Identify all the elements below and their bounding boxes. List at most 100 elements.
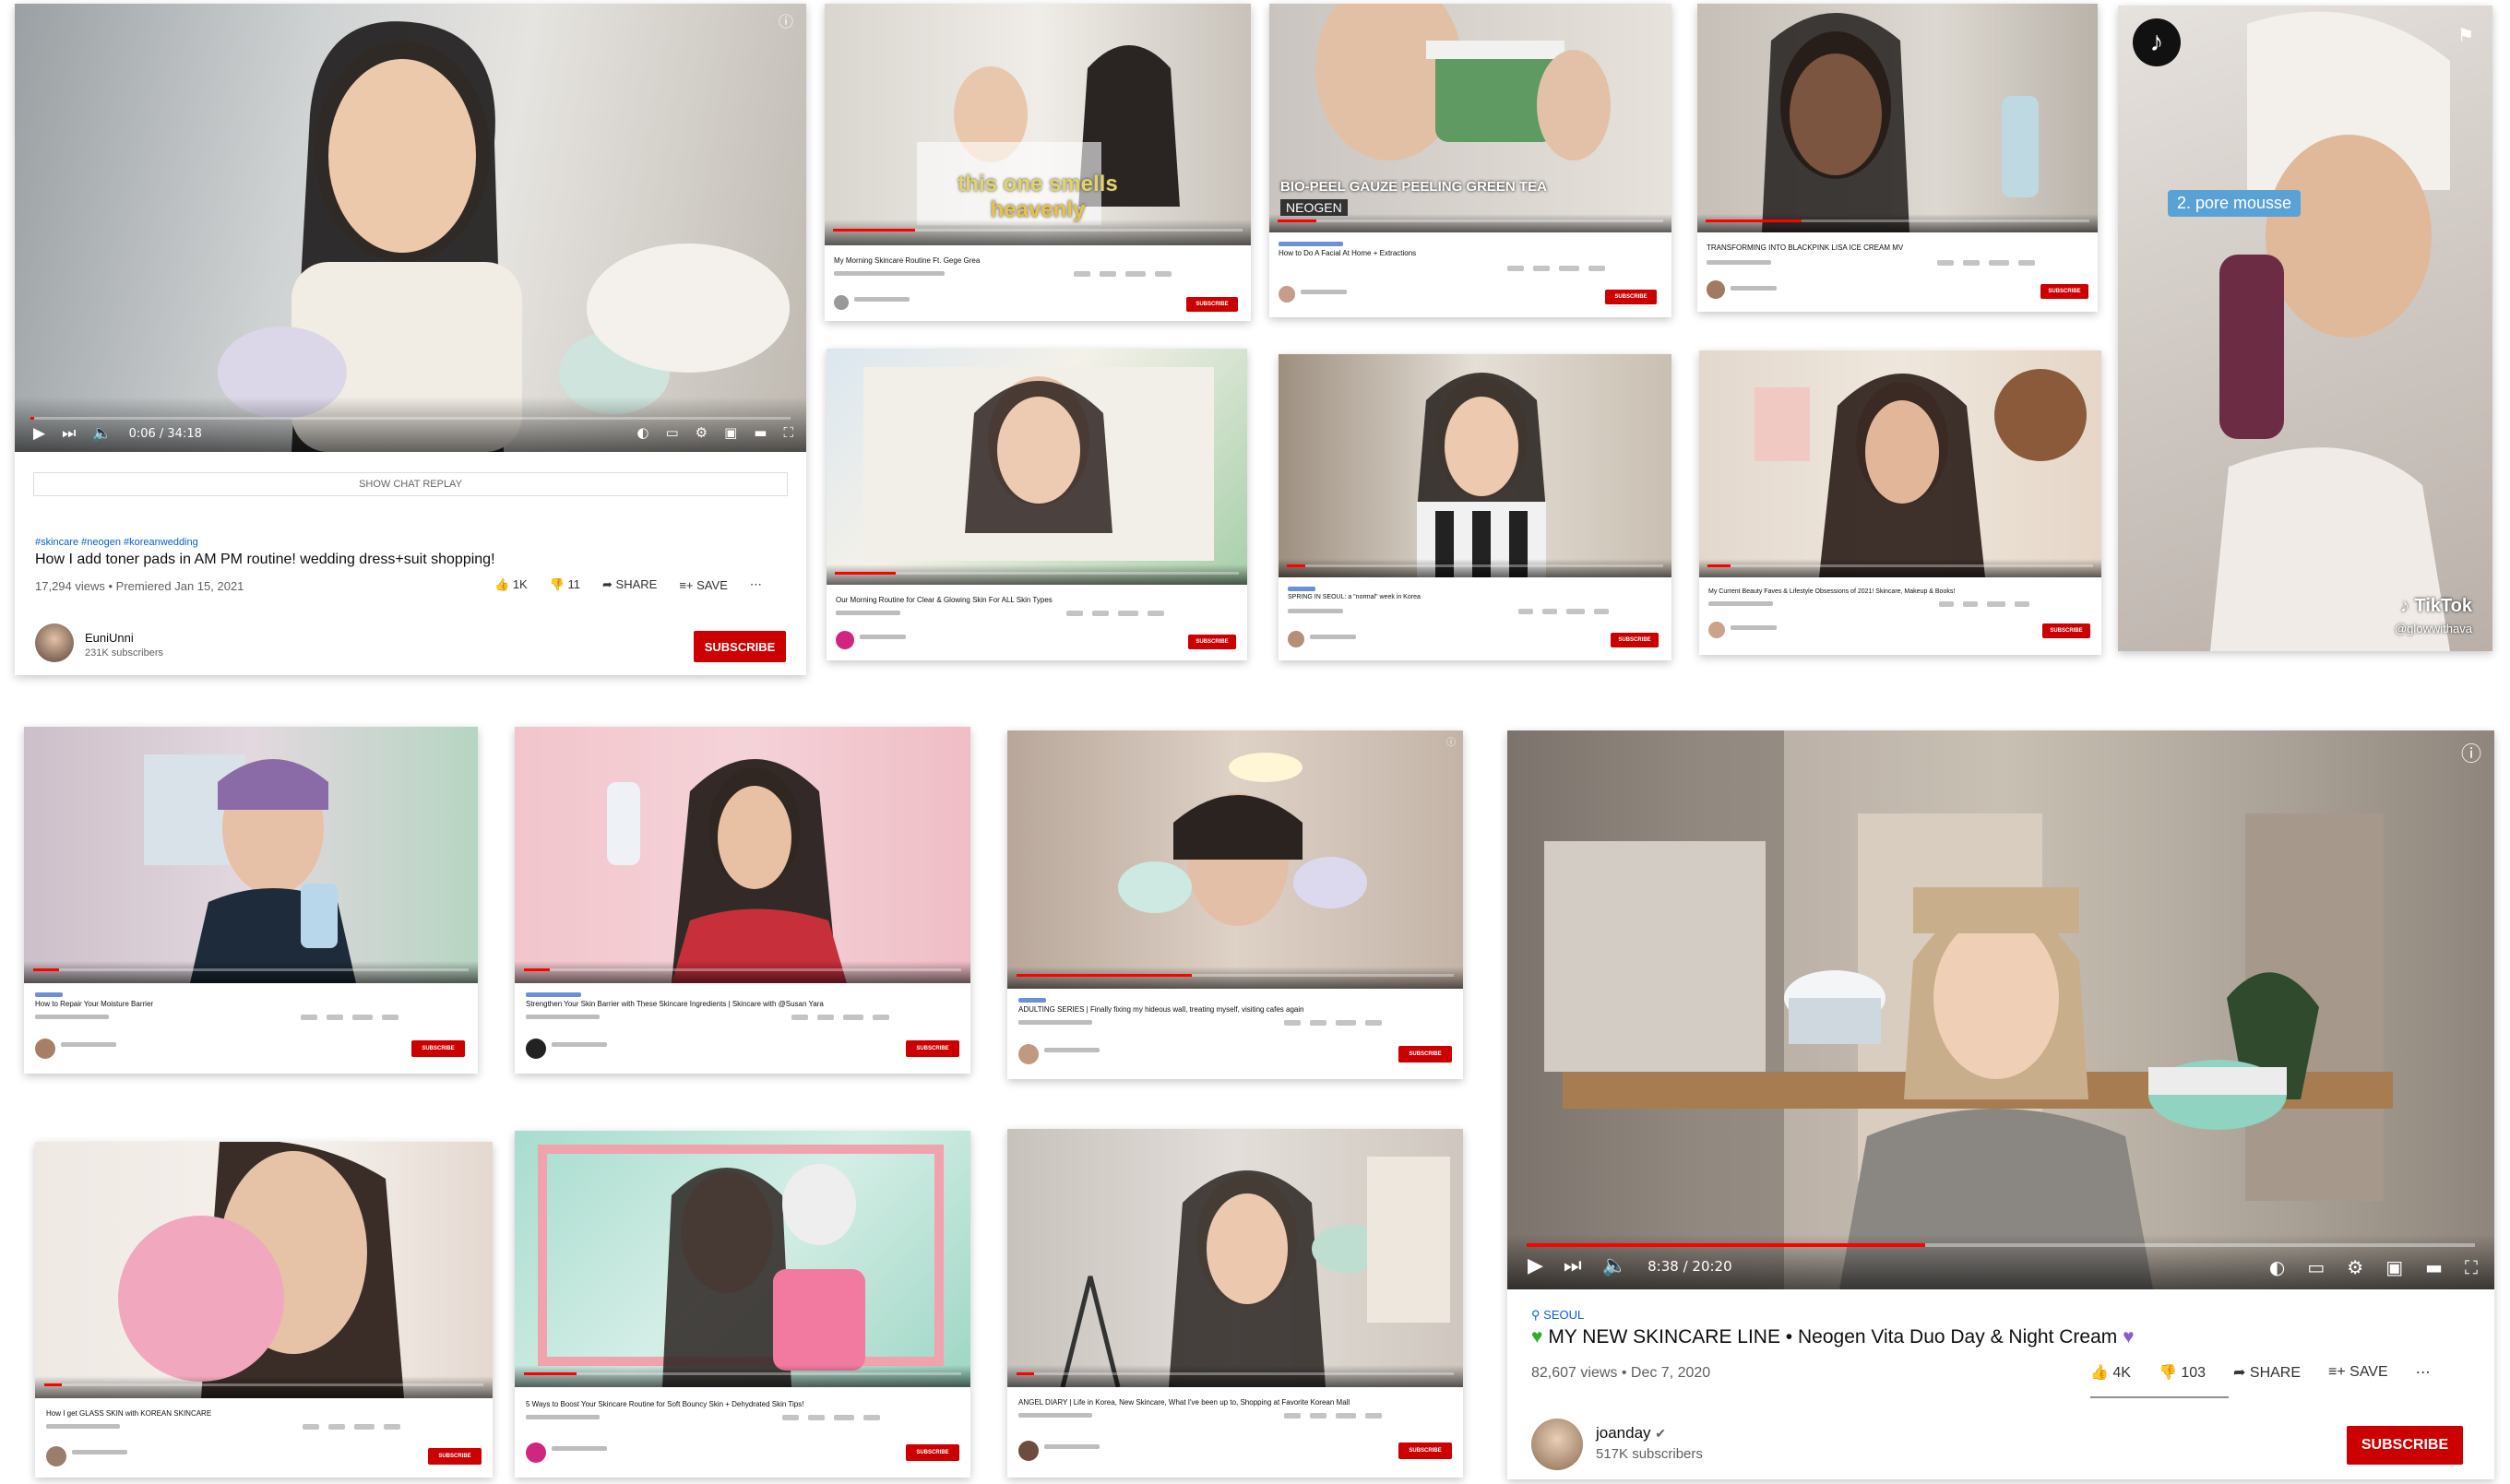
miniplayer-icon[interactable]: ▣ [724,424,737,441]
cc-icon[interactable]: ▭ [2307,1256,2325,1278]
video-thumbnail[interactable] [1007,1129,1463,1387]
avatar[interactable] [526,1039,546,1059]
info-icon[interactable]: ⓘ [2461,738,2481,767]
subscribe-button[interactable]: SUBSCRIBE [1398,1046,1452,1063]
purple-heart-icon: ♥ [2123,1326,2135,1347]
main-progress[interactable] [30,417,35,420]
channel-name[interactable]: joanday ✔ [1596,1424,1666,1442]
fullscreen-icon[interactable]: ⛶ [2465,1256,2478,1278]
video-thumbnail[interactable]: ⓘ [1007,730,1463,989]
video-card-8[interactable]: Strengthen Your Skin Barrier with These … [515,727,970,1074]
featured-progress[interactable] [1527,1243,1925,1247]
like-button[interactable]: 👍 1K [494,577,528,592]
subscribe-button[interactable]: SUBSCRIBE [694,631,786,662]
video-card-11[interactable]: 5 Ways to Boost Your Skincare Routine fo… [515,1131,970,1478]
thumbnail-illustration [1762,13,2039,232]
actions: 👍 1K 👎 11 ➦ SHARE ≡+ SAVE ⋯ [494,577,762,592]
avatar[interactable] [1708,622,1725,638]
location-tag[interactable]: ⚲ SEOUL [1531,1308,1584,1323]
settings-icon[interactable]: ⚙ [696,424,708,441]
video-card-4[interactable]: Our Morning Routine for Clear & Glowing … [827,349,1247,660]
hashtags[interactable]: #skincare #neogen #koreanwedding [35,537,198,548]
video-thumbnail[interactable] [24,727,478,983]
avatar[interactable] [836,631,854,649]
share-button[interactable]: ➦ SHARE [602,577,657,592]
avatar[interactable] [35,623,74,662]
avatar[interactable] [1288,631,1304,647]
video-thumbnail[interactable] [1697,4,2098,232]
autoplay-toggle[interactable]: ◐ [636,424,648,441]
subscribe-button[interactable]: SUBSCRIBE [906,1444,959,1461]
like-button[interactable]: 👍 4K [2090,1363,2131,1382]
avatar[interactable] [1018,1441,1039,1461]
theater-icon[interactable]: ▬ [2425,1256,2443,1278]
subscribe-button[interactable]: SUBSCRIBE [1611,633,1659,647]
avatar[interactable] [1018,1044,1039,1064]
more-icon[interactable]: ⋯ [750,577,762,592]
info-icon[interactable]: ⓘ [1446,734,1456,748]
save-button[interactable]: ≡+ SAVE [679,578,728,592]
theater-icon[interactable]: ▬ [754,424,767,441]
volume-icon[interactable]: 🔈 [1602,1254,1627,1277]
fullscreen-icon[interactable]: ⛶ [783,424,793,441]
thumbnail-illustration [863,367,1214,561]
video-thumbnail[interactable] [1279,354,1671,577]
subscribe-button[interactable]: SUBSCRIBE [1605,290,1657,304]
video-thumbnail[interactable]: BIO-PEEL GAUZE PEELING GREEN TEA NEOGEN [1269,4,1671,232]
subscribe-button[interactable]: SUBSCRIBE [1398,1442,1452,1459]
channel-name[interactable]: EuniUnni [85,631,134,645]
dislike-button[interactable]: 👎 11 [550,577,580,592]
video-card-9[interactable]: ⓘ ADULTING SERIES | Finally fixing my hi… [1007,730,1463,1079]
avatar[interactable] [834,295,849,310]
cc-icon[interactable]: ▭ [665,424,678,441]
info-icon[interactable]: ⓘ [779,9,793,31]
subscribe-button[interactable]: SUBSCRIBE [1188,635,1236,649]
next-icon[interactable]: ⏭ [1564,1254,1582,1277]
save-button[interactable]: ≡+ SAVE [2328,1364,2388,1381]
subscribe-button[interactable]: SUBSCRIBE [428,1448,482,1465]
subscribe-button[interactable]: SUBSCRIBE [906,1040,959,1057]
video-thumbnail[interactable] [827,349,1247,585]
avatar[interactable] [526,1442,546,1463]
video-card-2[interactable]: BIO-PEEL GAUZE PEELING GREEN TEA NEOGEN … [1269,4,1671,317]
subscribe-button[interactable]: SUBSCRIBE [411,1040,465,1057]
video-thumbnail[interactable] [35,1142,493,1398]
avatar[interactable] [1531,1419,1583,1470]
subscribe-button[interactable]: SUBSCRIBE [2347,1426,2463,1465]
video-card-6[interactable]: My Current Beauty Faves & Lifestyle Obse… [1699,350,2101,655]
video-thumbnail[interactable] [515,1131,970,1387]
subscribe-button[interactable]: SUBSCRIBE [2042,623,2090,638]
avatar[interactable] [1707,280,1725,299]
video-thumbnail[interactable] [515,727,970,983]
time-display: 0:06 / 34:18 [128,426,202,441]
share-button[interactable]: ➦ SHARE [2233,1363,2301,1382]
video-card-5[interactable]: SPRING IN SEOUL: a "normal" week in Kore… [1279,354,1671,660]
play-icon[interactable]: ▶ [33,424,45,443]
subscribe-button[interactable]: SUBSCRIBE [2040,284,2088,299]
featured-video-player[interactable]: ⓘ ▶ ⏭ 🔈 8:38 / 20:20 ◐ ▭ ⚙ ▣ ▬ ⛶ [1507,730,2494,1289]
settings-icon[interactable]: ⚙ [2347,1256,2363,1278]
video-thumbnail[interactable] [1699,350,2101,577]
subscribe-button[interactable]: SUBSCRIBE [1186,297,1238,312]
video-card-1[interactable]: this one smells heavenly My Morning Skinc… [825,4,1251,321]
video-card-3[interactable]: TRANSFORMING INTO BLACKPINK LISA ICE CRE… [1697,4,2098,312]
video-thumbnail[interactable]: this one smells heavenly [825,4,1251,245]
tiktok-video[interactable]: ♪ ⚑ 2. pore mousse ♪ TikTok @glowwithava [2118,6,2492,651]
miniplayer-icon[interactable]: ▣ [2385,1256,2403,1278]
more-icon[interactable]: ⋯ [2416,1363,2431,1382]
video-card-12[interactable]: ANGEL DIARY | Life in Korea, New Skincar… [1007,1129,1463,1478]
chat-replay-button[interactable]: SHOW CHAT REPLAY [33,472,788,496]
main-video-player[interactable]: ▶ ⏭ 🔈 0:06 / 34:18 ◐ ▭ ⚙ ▣ ▬ ⛶ ⓘ [15,4,806,452]
next-icon[interactable]: ⏭ [62,424,76,443]
avatar[interactable] [46,1446,66,1466]
volume-icon[interactable]: 🔈 [92,424,112,443]
avatar[interactable] [1279,286,1295,303]
tiktok-handle[interactable]: @glowwithava [2395,622,2472,635]
flag-icon[interactable]: ⚑ [2457,24,2474,47]
play-icon[interactable]: ▶ [1528,1254,1543,1277]
video-card-10[interactable]: How I get GLASS SKIN with KOREAN SKINCAR… [35,1142,493,1478]
video-card-7[interactable]: How to Repair Your Moisture Barrier SUBS… [24,727,478,1074]
avatar[interactable] [35,1039,55,1059]
autoplay-toggle[interactable]: ◐ [2269,1256,2285,1278]
dislike-button[interactable]: 👎 103 [2159,1363,2206,1382]
